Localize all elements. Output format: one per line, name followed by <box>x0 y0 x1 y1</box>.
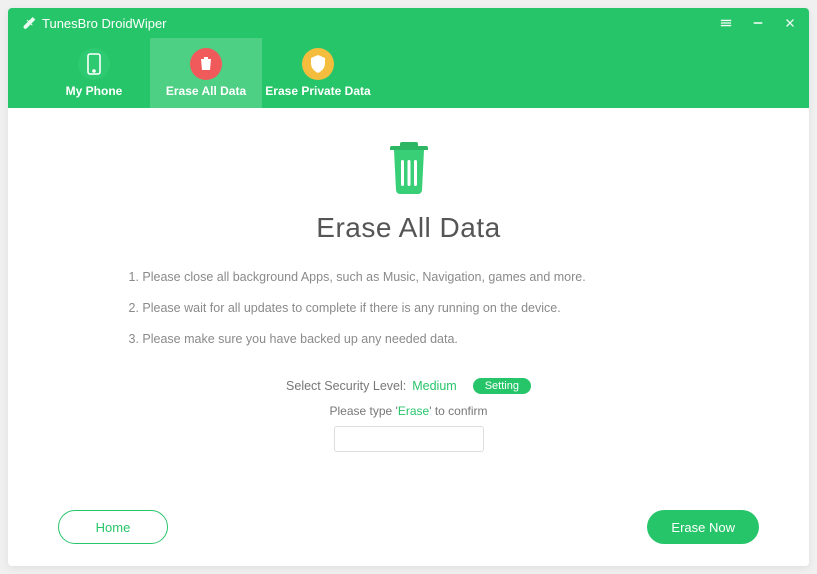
close-icon[interactable] <box>783 16 797 30</box>
confirm-keyword: Erase <box>398 404 429 418</box>
instruction-item: 1. Please close all background Apps, suc… <box>129 268 689 287</box>
tab-label: Erase Private Data <box>265 84 370 98</box>
page-heading: Erase All Data <box>316 212 500 244</box>
security-level-value: Medium <box>412 379 456 393</box>
tab-bar: My Phone Erase All Data Erase Private Da… <box>8 38 809 108</box>
settings-icon[interactable] <box>719 16 733 30</box>
confirm-suffix: ' to confirm <box>429 404 487 418</box>
broom-icon <box>20 15 36 31</box>
instructions-list: 1. Please close all background Apps, suc… <box>129 268 689 360</box>
confirm-instruction: Please type 'Erase' to confirm <box>329 404 487 418</box>
tab-erase-private[interactable]: Erase Private Data <box>262 38 374 108</box>
app-title: TunesBro DroidWiper <box>42 16 167 31</box>
trash-icon <box>384 138 434 198</box>
minimize-icon[interactable] <box>751 16 765 30</box>
confirm-prefix: Please type ' <box>329 404 397 418</box>
instruction-item: 3. Please make sure you have backed up a… <box>129 330 689 349</box>
instruction-item: 2. Please wait for all updates to comple… <box>129 299 689 318</box>
trash-circle-icon <box>190 48 222 80</box>
tab-label: Erase All Data <box>166 84 246 98</box>
app-window: TunesBro DroidWiper My Phone Erase A <box>8 8 809 566</box>
shield-icon <box>302 48 334 80</box>
footer-actions: Home Erase Now <box>8 510 809 544</box>
tab-label: My Phone <box>66 84 123 98</box>
tab-erase-all[interactable]: Erase All Data <box>150 38 262 108</box>
security-label: Select Security Level: <box>286 379 406 393</box>
home-button[interactable]: Home <box>58 510 168 544</box>
titlebar: TunesBro DroidWiper <box>8 8 809 38</box>
erase-now-button[interactable]: Erase Now <box>647 510 759 544</box>
window-controls <box>719 16 797 30</box>
main-content: Erase All Data 1. Please close all backg… <box>8 108 809 566</box>
phone-icon <box>78 48 110 80</box>
app-logo: TunesBro DroidWiper <box>20 15 167 31</box>
security-level-row: Select Security Level: Medium Setting <box>286 378 531 394</box>
setting-button[interactable]: Setting <box>473 378 531 394</box>
confirm-input[interactable] <box>334 426 484 452</box>
tab-my-phone[interactable]: My Phone <box>38 38 150 108</box>
